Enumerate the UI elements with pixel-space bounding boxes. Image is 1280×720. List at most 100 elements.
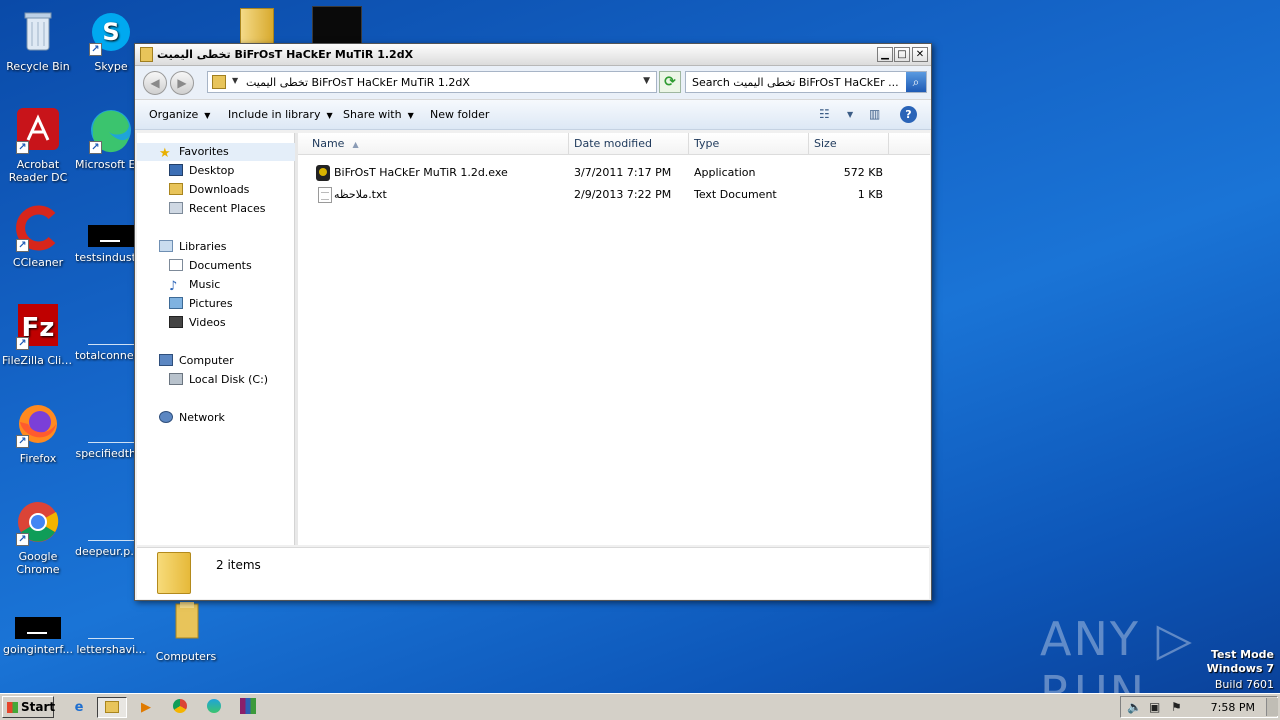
search-placeholder: Search تخطى اليميت BiFrOsT HaCkEr ...	[692, 76, 898, 89]
nav-downloads[interactable]: Downloads	[169, 183, 249, 196]
title-bar[interactable]: تخطى اليميت BiFrOsT HaCkEr MuTiR 1.2dX ▁…	[135, 44, 931, 66]
desktop-icon-firefox[interactable]: ↗ Firefox	[0, 400, 76, 465]
shortcut-arrow-icon: ↗	[89, 43, 102, 56]
share-with-menu[interactable]: Share with ▼	[343, 108, 414, 121]
nav-desktop[interactable]: Desktop	[169, 164, 234, 177]
address-bar[interactable]: ▼ تخطى اليميت BiFrOsT HaCkEr MuTiR 1.2dX…	[207, 71, 657, 93]
star-icon: ★	[159, 146, 171, 161]
address-dropdown-icon[interactable]: ▼	[643, 76, 650, 86]
desktop-icon-label: Recycle Bin	[6, 60, 70, 73]
search-icon[interactable]: ⌕	[906, 72, 926, 92]
file-list: Name ▲ Date modified Type Size BiFrOsT Ha…	[298, 133, 930, 545]
nav-local-disk[interactable]: Local Disk (C:)	[169, 373, 268, 386]
organize-label: Organize	[149, 108, 199, 121]
desktop-icon-computers[interactable]: Computers	[148, 598, 224, 663]
nav-pictures[interactable]: Pictures	[169, 297, 233, 310]
chevron-down-icon[interactable]: ▼	[232, 76, 238, 85]
nav-network[interactable]: Network	[159, 411, 225, 424]
folder-icon	[162, 598, 210, 646]
help-icon[interactable]: ?	[900, 106, 917, 123]
nav-libraries[interactable]: Libraries	[159, 240, 227, 253]
application-icon	[316, 165, 330, 181]
address-row: ◀ ▶ ▼ تخطى اليميت BiFrOsT HaCkEr MuTiR 1…	[135, 66, 931, 100]
shortcut-arrow-icon: ↗	[16, 533, 29, 546]
desktop-icon-label: Acrobat Reader DC	[8, 158, 68, 184]
filezilla-icon: Fz ↗	[14, 302, 62, 350]
acrobat-icon: ↗	[14, 106, 62, 154]
desktop-icon-acrobat[interactable]: ↗ Acrobat Reader DC	[0, 106, 76, 184]
media-player-icon[interactable]: ▶	[131, 697, 161, 718]
nav-recent-places[interactable]: Recent Places	[169, 202, 266, 215]
nav-videos[interactable]: Videos	[169, 316, 226, 329]
table-row[interactable]: BiFrOsT HaCkEr MuTiR 1.2d.exe 3/7/2011 7…	[298, 163, 930, 183]
desktop-icon-chrome[interactable]: ↗ Google Chrome	[0, 498, 76, 576]
navigation-pane: ★ Favorites Desktop Downloads Recent Plac…	[137, 133, 295, 545]
organize-menu[interactable]: Organize ▼	[149, 108, 210, 121]
minimize-button[interactable]: ▁	[877, 47, 893, 62]
file-date: 2/9/2013 7:22 PM	[574, 188, 672, 201]
desktop-icon-recycle-bin[interactable]: Recycle Bin	[0, 8, 76, 73]
desktop-icon-goinginterf[interactable]: goinginterf...	[0, 604, 76, 656]
column-header-type[interactable]: Type	[689, 133, 809, 155]
nav-label: Desktop	[189, 164, 235, 177]
new-folder-button[interactable]: New folder	[430, 108, 489, 121]
documents-icon	[169, 259, 183, 271]
edge-icon	[207, 699, 221, 713]
file-thumbnail-icon	[88, 421, 134, 443]
column-label: Name	[312, 137, 345, 150]
desktop-icon-filezilla[interactable]: Fz ↗ FileZilla Client	[0, 302, 76, 367]
winrar-taskbar-icon[interactable]	[233, 697, 263, 718]
nav-label: Network	[179, 411, 225, 424]
nav-documents[interactable]: Documents	[169, 259, 252, 272]
recycle-bin-icon	[14, 8, 62, 56]
include-in-library-menu[interactable]: Include in library ▼	[228, 108, 333, 121]
chevron-down-icon[interactable]: ▼	[847, 110, 853, 119]
forward-button[interactable]: ▶	[170, 71, 194, 95]
volume-icon[interactable]: 🔈	[1127, 700, 1142, 714]
view-options-icon[interactable]: ☷	[819, 107, 830, 121]
column-header-empty	[889, 133, 930, 155]
music-icon: ♪	[169, 279, 178, 294]
table-row[interactable]: ملاحظه.txt 2/9/2013 7:22 PM Text Documen…	[298, 185, 930, 205]
share-with-label: Share with	[343, 108, 402, 121]
column-header-name[interactable]: Name ▲	[298, 133, 569, 155]
network-tray-icon[interactable]: ▣	[1149, 700, 1160, 714]
file-thumbnail-icon	[88, 225, 134, 247]
desktop-terminal-thumbnail[interactable]	[312, 6, 362, 44]
shortcut-arrow-icon: ↗	[16, 239, 29, 252]
libraries-icon	[159, 240, 173, 252]
maximize-button[interactable]: □	[894, 47, 910, 62]
nav-computer[interactable]: Computer	[159, 354, 234, 367]
column-header-date[interactable]: Date modified	[569, 133, 689, 155]
nav-music[interactable]: ♪ Music	[169, 278, 220, 294]
desktop-icon-label: Computers	[155, 650, 217, 663]
preview-pane-icon[interactable]: ▥	[869, 107, 880, 121]
start-button[interactable]: Start	[2, 696, 55, 718]
folder-icon	[140, 47, 153, 62]
file-size: 1 KB	[857, 188, 883, 201]
nav-favorites[interactable]: ★ Favorites	[159, 145, 229, 161]
refresh-button[interactable]: ⟳	[659, 71, 681, 93]
explorer-taskbar-button[interactable]	[97, 697, 127, 718]
show-desktop-button[interactable]	[1266, 698, 1278, 716]
network-icon	[159, 411, 173, 423]
back-button[interactable]: ◀	[143, 71, 167, 95]
address-path: تخطى اليميت BiFrOsT HaCkEr MuTiR 1.2dX	[246, 76, 470, 89]
winrar-icon	[240, 698, 256, 714]
desktop-icon-lettershavi[interactable]: lettershavi...	[73, 604, 149, 656]
column-header-size[interactable]: Size	[809, 133, 889, 155]
search-input[interactable]: Search تخطى اليميت BiFrOsT HaCkEr ... ⌕	[685, 71, 927, 93]
edge-taskbar-icon[interactable]	[199, 697, 229, 718]
internet-explorer-icon[interactable]: e	[64, 697, 94, 718]
close-button[interactable]: ✕	[912, 47, 928, 62]
action-center-flag-icon[interactable]: ⚑	[1171, 700, 1182, 714]
clock[interactable]: 7:58 PM	[1211, 701, 1255, 714]
taskbar: Start e ▶ 🔈 ▣ ⚑ 7:58 PM	[0, 693, 1280, 720]
chrome-icon	[173, 699, 187, 713]
desktop-icon-label: lettershavi...	[76, 643, 146, 656]
chrome-taskbar-icon[interactable]	[165, 697, 195, 718]
file-size: 572 KB	[843, 166, 883, 179]
desktop-icon-ccleaner[interactable]: ↗ CCleaner	[0, 204, 76, 269]
file-type: Application	[694, 166, 756, 179]
desktop-folder-partial[interactable]	[240, 8, 274, 44]
